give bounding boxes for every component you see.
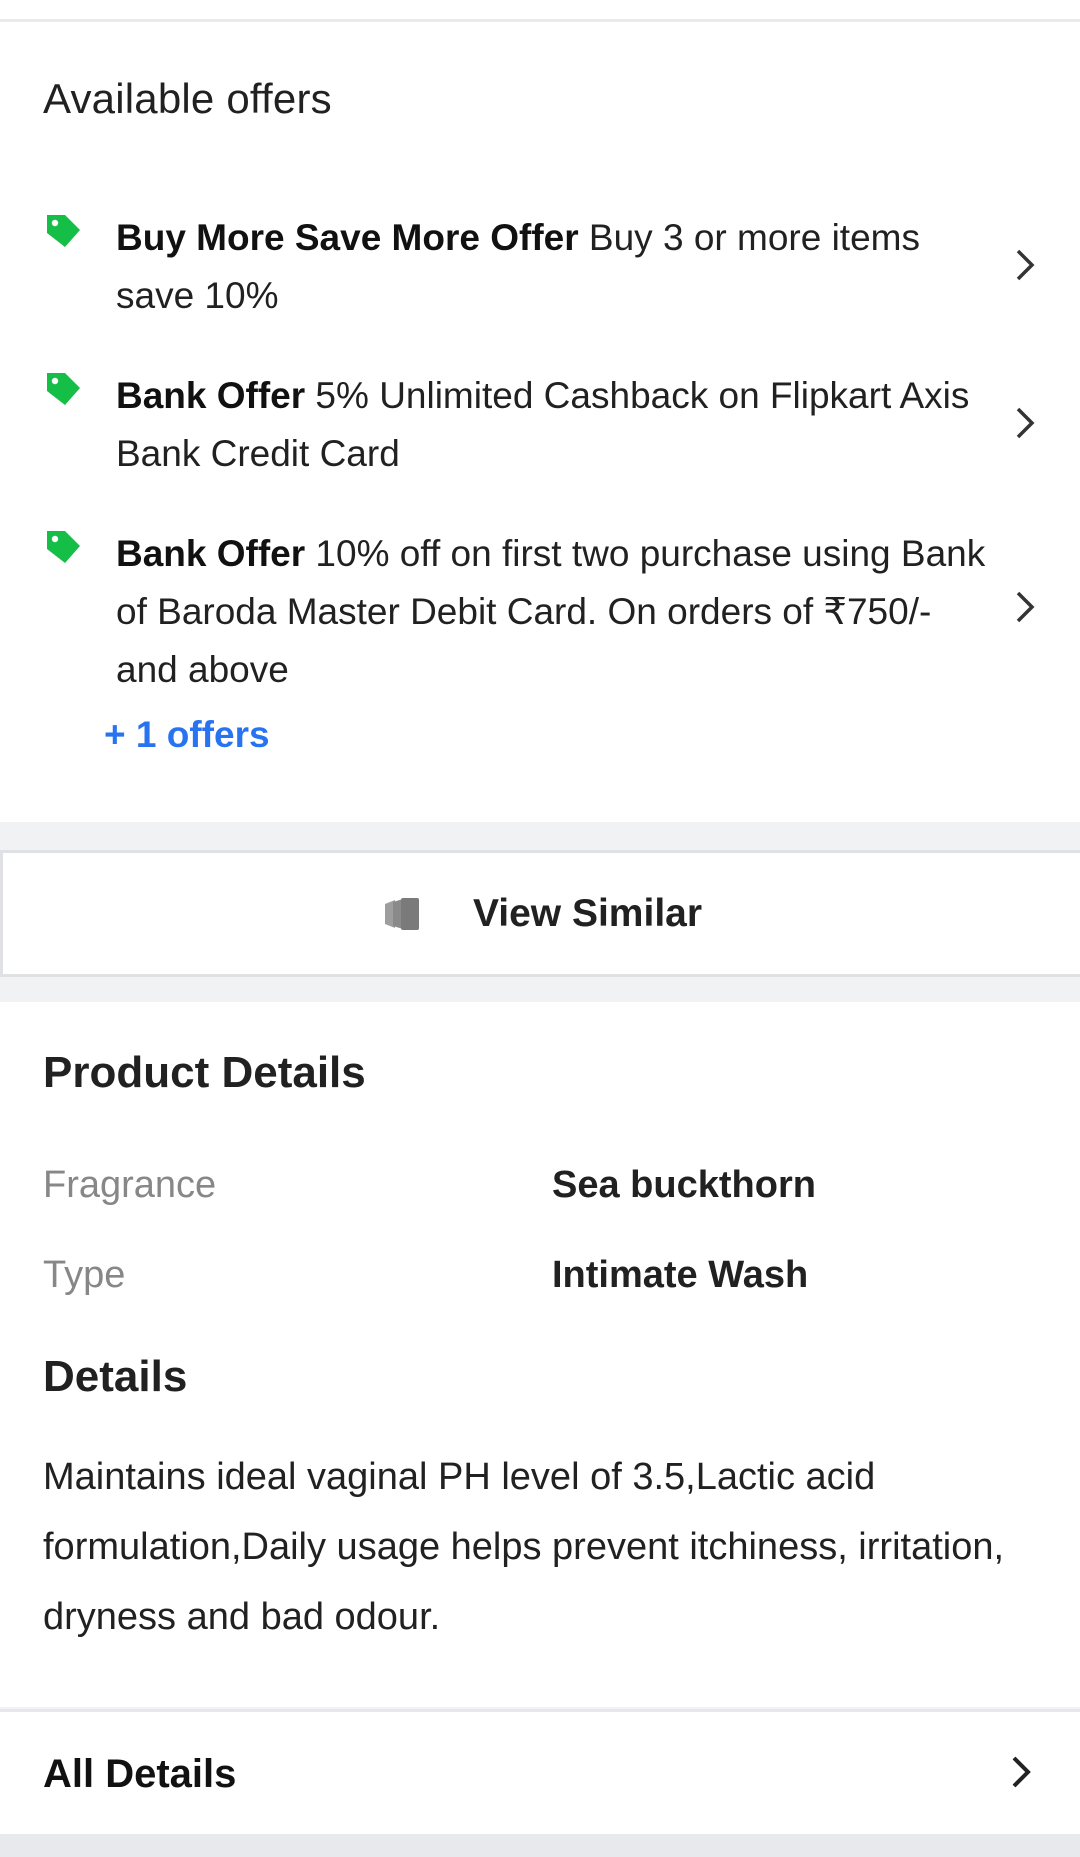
details-description: Maintains ideal vaginal PH level of 3.5,… [43, 1456, 1005, 1638]
chevron-right-icon[interactable] [1010, 587, 1040, 627]
chevron-right-icon[interactable] [1010, 245, 1040, 285]
spec-key: Fragrance [43, 1164, 217, 1206]
more-offers-link[interactable]: + 1 offers [104, 714, 270, 756]
offer-title: Bank Offer [116, 533, 306, 574]
view-similar-icon [384, 897, 419, 930]
bottom-divider [0, 1834, 1080, 1857]
spec-value: Intimate Wash [552, 1254, 809, 1296]
product-details-title: Product Details [43, 1048, 366, 1097]
chevron-right-icon [1012, 1756, 1031, 1788]
top-divider [0, 0, 1080, 22]
view-similar-label: View Similar [472, 891, 703, 935]
product-details-section: Product Details Fragrance Sea buckthorn … [0, 1002, 1080, 1707]
offer-item[interactable]: Buy More Save More Offer Buy 3 or more i… [43, 209, 1050, 325]
offer-tag-icon [47, 215, 80, 247]
offer-item[interactable]: Bank Offer 5% Unlimited Cashback on Flip… [43, 367, 1050, 483]
view-similar-button[interactable]: View Similar [0, 850, 1080, 977]
chevron-right-icon[interactable] [1010, 403, 1040, 443]
offer-tag-icon [47, 373, 80, 405]
offer-title: Bank Offer [116, 375, 306, 416]
offer-item[interactable]: Bank Offer 10% off on first two purchase… [43, 525, 1050, 699]
offers-title: Available offers [43, 75, 332, 122]
offer-text: Bank Offer 5% Unlimited Cashback on Flip… [116, 367, 986, 483]
all-details-row[interactable]: All Details [0, 1709, 1080, 1834]
offer-title: Buy More Save More Offer [116, 217, 579, 258]
offer-tag-icon [47, 531, 80, 563]
all-details-label: All Details [43, 1752, 237, 1796]
spec-key: Type [43, 1254, 126, 1296]
available-offers-section: Available offers Buy More Save More Offe… [0, 22, 1080, 822]
offer-text: Buy More Save More Offer Buy 3 or more i… [116, 209, 986, 325]
spec-value: Sea buckthorn [552, 1164, 816, 1206]
offer-text: Bank Offer 10% off on first two purchase… [116, 525, 986, 699]
details-heading: Details [43, 1352, 188, 1401]
